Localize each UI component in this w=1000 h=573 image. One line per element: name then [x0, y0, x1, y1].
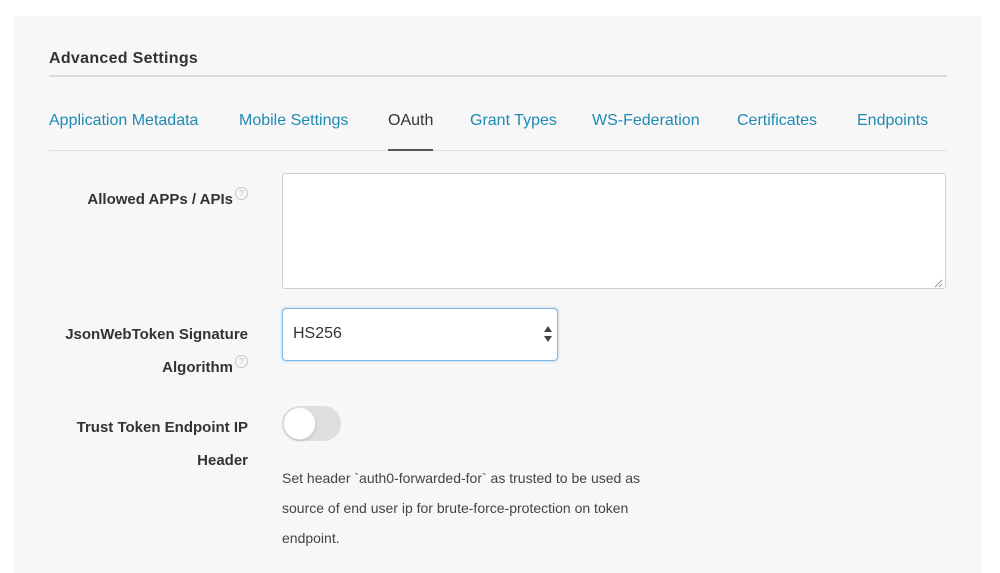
tab-application-metadata[interactable]: Application Metadata: [49, 112, 198, 130]
settings-tabs: Application Metadata Mobile Settings OAu…: [49, 104, 947, 151]
question-mark-icon[interactable]: ?: [235, 187, 248, 200]
tab-grant-types[interactable]: Grant Types: [470, 112, 557, 130]
advanced-settings-panel: Advanced Settings Application Metadata M…: [14, 16, 982, 573]
jwt-algorithm-label-line2-wrap: Algorithm?: [48, 351, 248, 384]
title-divider: [49, 75, 947, 77]
resize-grip-icon[interactable]: [934, 279, 943, 288]
allowed-apps-textarea[interactable]: [282, 173, 946, 289]
tab-oauth[interactable]: OAuth: [388, 112, 434, 151]
allowed-apps-label-text: Allowed APPs / APIs: [87, 191, 233, 208]
tab-mobile-settings[interactable]: Mobile Settings: [239, 112, 348, 130]
trust-token-description: Set header `auth0-forwarded-for` as trus…: [282, 470, 640, 546]
jwt-algorithm-select[interactable]: HS256: [282, 308, 558, 361]
section-title: Advanced Settings: [49, 50, 199, 67]
tab-endpoints[interactable]: Endpoints: [857, 112, 928, 130]
allowed-apps-label: Allowed APPs / APIs?: [48, 183, 248, 216]
jwt-algorithm-label-line2: Algorithm: [162, 359, 233, 376]
trust-token-label: Trust Token Endpoint IP Header: [48, 411, 248, 477]
jwt-algorithm-label: JsonWebToken Signature Algorithm?: [48, 318, 248, 384]
select-arrows-icon: [544, 326, 552, 342]
trust-token-label-line1: Trust Token Endpoint IP: [76, 419, 248, 436]
question-mark-icon[interactable]: ?: [235, 355, 248, 368]
trust-token-toggle[interactable]: [282, 406, 341, 441]
jwt-algorithm-label-line1: JsonWebToken Signature: [65, 326, 248, 343]
trust-token-label-line2: Header: [197, 452, 248, 469]
tab-ws-federation[interactable]: WS-Federation: [592, 112, 700, 130]
tab-certificates[interactable]: Certificates: [737, 112, 817, 130]
toggle-knob: [283, 407, 316, 440]
jwt-algorithm-selected-value: HS256: [293, 325, 342, 342]
